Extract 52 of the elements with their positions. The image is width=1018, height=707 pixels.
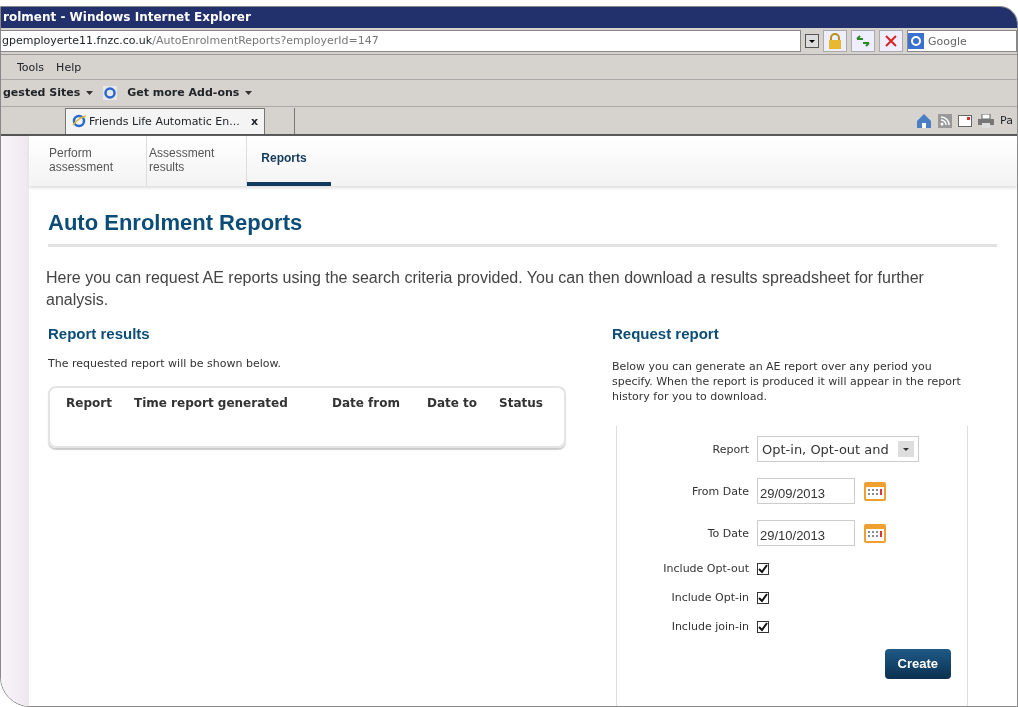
column-header: Date to bbox=[427, 396, 479, 412]
field-label: Include join-in bbox=[670, 620, 749, 633]
page-tab[interactable]: Reports bbox=[247, 135, 331, 186]
column-header: Date from bbox=[332, 396, 401, 412]
column-header: Report bbox=[66, 396, 113, 412]
request-note: Below you can generate an AE report over any period you specify. When the report is produced it will appear in the report history for you to download. bbox=[612, 359, 962, 404]
favorites-item[interactable]: Get more Add-ons bbox=[127, 86, 240, 100]
create-button[interactable]: Create bbox=[884, 649, 951, 679]
address-field[interactable]: gpemployerte11.fnzc.co.uk/AutoEnrolmentReports?employerId=147 bbox=[1, 30, 801, 53]
window-title: rolment - Windows Internet Explorer bbox=[3, 10, 251, 24]
page-tab[interactable]: Perform assessment bbox=[47, 135, 147, 186]
intro-text: Here you can request AE reports using the search criteria provided. You can then download a results spreadsheet for further analysis. bbox=[46, 268, 925, 310]
printer-icon[interactable] bbox=[978, 113, 995, 128]
report-select[interactable]: Opt-in, Opt-out and bbox=[757, 436, 919, 462]
menu-item[interactable]: Tools bbox=[17, 60, 45, 74]
section-heading: Request report bbox=[612, 325, 720, 343]
page-menu[interactable]: Pa bbox=[1000, 114, 1013, 128]
caret-icon bbox=[86, 90, 94, 95]
rss-feed-icon[interactable] bbox=[938, 113, 953, 128]
results-note: The requested report will be shown below. bbox=[48, 357, 282, 370]
page-tab[interactable]: Assessment results bbox=[147, 135, 247, 186]
field-label: Include Opt-out bbox=[662, 562, 749, 575]
dropdown-icon bbox=[898, 441, 914, 457]
field-label: To Date bbox=[706, 526, 749, 540]
favorites-item[interactable]: gested Sites bbox=[3, 86, 81, 100]
checkbox[interactable] bbox=[757, 562, 769, 575]
browser-icon bbox=[103, 85, 118, 100]
dropdown-icon[interactable] bbox=[805, 34, 819, 49]
column-header: Time report generated bbox=[134, 396, 289, 412]
browser-tab[interactable]: Friends Life Automatic En... x bbox=[65, 107, 265, 134]
close-button[interactable]: x bbox=[250, 114, 258, 128]
browser-icon bbox=[72, 114, 86, 129]
date-field[interactable]: 29/10/2013 bbox=[757, 520, 855, 546]
field-label: Include Opt-in bbox=[670, 591, 749, 604]
calendar-icon[interactable] bbox=[863, 480, 887, 502]
column-header: Status bbox=[499, 396, 544, 412]
field-label: From Date bbox=[690, 484, 749, 498]
search-engine-icon[interactable] bbox=[908, 33, 924, 50]
mail-icon[interactable] bbox=[958, 114, 973, 127]
stop-icon[interactable] bbox=[879, 30, 903, 53]
menu-item[interactable]: Help bbox=[56, 60, 82, 74]
page-heading: Auto Enrolment Reports bbox=[48, 209, 997, 247]
caret-icon bbox=[245, 90, 253, 95]
date-field[interactable]: 29/09/2013 bbox=[757, 478, 855, 504]
calendar-icon[interactable] bbox=[863, 522, 887, 544]
home-icon[interactable] bbox=[916, 112, 933, 129]
checkbox[interactable] bbox=[757, 591, 769, 604]
checkbox[interactable] bbox=[757, 620, 769, 633]
section-heading: Report results bbox=[48, 325, 151, 343]
field-label: Report bbox=[711, 442, 749, 456]
search-field[interactable]: Google bbox=[907, 30, 1017, 53]
refresh-icon[interactable] bbox=[851, 30, 875, 53]
